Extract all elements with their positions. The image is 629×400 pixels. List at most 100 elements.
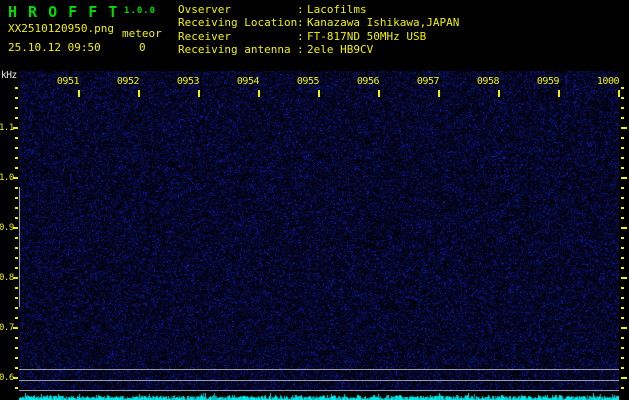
- freq-tick-minor-right: [621, 187, 624, 189]
- time-label: 0957: [416, 76, 440, 87]
- freq-tick-minor-left: [15, 317, 18, 319]
- freq-label: 0.9: [0, 223, 14, 233]
- freq-tick-minor-left: [15, 307, 18, 309]
- freq-tick-minor-right: [621, 237, 624, 239]
- time-label: 0952: [116, 76, 140, 87]
- freq-tick-minor-right: [621, 207, 624, 209]
- reference-line: [19, 369, 619, 370]
- freq-tick-minor-left: [15, 347, 18, 349]
- observation-datetime: 25.10.12 09:50: [8, 41, 101, 54]
- info-value: Lacofilms: [307, 3, 367, 16]
- freq-tick-major-left: [13, 227, 18, 229]
- freq-tick-minor-right: [621, 97, 624, 99]
- time-tick: [618, 90, 620, 97]
- time-label: 0953: [176, 76, 200, 87]
- freq-tick-minor-left: [15, 207, 18, 209]
- freq-tick-major-left: [13, 127, 18, 129]
- info-row: Receiver: FT-817ND 50MHz USB: [178, 30, 426, 43]
- time-label: 0956: [356, 76, 380, 87]
- freq-tick-minor-right: [621, 117, 624, 119]
- freq-tick-minor-left: [15, 97, 18, 99]
- freq-tick-minor-left: [15, 117, 18, 119]
- freq-label: 0.6: [0, 373, 14, 383]
- freq-tick-major-right: [621, 177, 627, 179]
- freq-tick-minor-left: [15, 217, 18, 219]
- freq-tick-minor-right: [621, 387, 624, 389]
- calibration-marker-line: [19, 187, 20, 307]
- freq-tick-minor-right: [621, 217, 624, 219]
- reference-line: [19, 380, 619, 381]
- info-colon: :: [297, 29, 304, 43]
- freq-axis-unit: kHz: [1, 70, 17, 81]
- output-filename: XX2510120950.png: [8, 22, 114, 35]
- freq-tick-minor-right: [621, 137, 624, 139]
- freq-tick-minor-left: [15, 247, 18, 249]
- freq-label: 0.7: [0, 323, 14, 333]
- time-tick: [198, 90, 200, 97]
- time-tick: [318, 90, 320, 97]
- freq-tick-major-left: [13, 277, 18, 279]
- freq-label: 1.0: [0, 173, 14, 183]
- info-label: Receiver: [178, 29, 231, 43]
- freq-tick-minor-right: [621, 307, 624, 309]
- freq-tick-minor-left: [15, 167, 18, 169]
- time-tick: [378, 90, 380, 97]
- time-label: 0958: [476, 76, 500, 87]
- freq-tick-minor-left: [15, 197, 18, 199]
- freq-tick-minor-left: [15, 187, 18, 189]
- info-row: Ovserver: Lacofilms: [178, 3, 367, 16]
- freq-tick-minor-left: [15, 257, 18, 259]
- mode-label: meteor: [122, 27, 162, 40]
- time-label: 0951: [56, 76, 80, 87]
- freq-tick-minor-right: [621, 367, 624, 369]
- info-colon: :: [297, 43, 304, 57]
- freq-tick-minor-left: [15, 357, 18, 359]
- time-tick: [138, 90, 140, 97]
- freq-tick-major-right: [621, 327, 627, 329]
- freq-tick-minor-right: [621, 157, 624, 159]
- app-version: 1.0.0: [124, 6, 157, 16]
- freq-tick-major-left: [13, 327, 18, 329]
- info-value: FT-817ND 50MHz USB: [307, 29, 427, 43]
- freq-tick-major-left: [13, 377, 18, 379]
- freq-tick-major-left: [13, 177, 18, 179]
- time-tick: [258, 90, 260, 97]
- freq-tick-major-right: [621, 377, 627, 379]
- freq-tick-minor-right: [621, 247, 624, 249]
- time-label: 1000: [596, 76, 620, 87]
- freq-tick-minor-left: [15, 387, 18, 389]
- freq-tick-minor-right: [621, 347, 624, 349]
- reference-line: [19, 390, 619, 391]
- freq-tick-minor-right: [621, 107, 624, 109]
- freq-tick-major-right: [621, 227, 627, 229]
- freq-tick-minor-left: [15, 337, 18, 339]
- info-colon: :: [297, 16, 304, 30]
- freq-tick-minor-left: [15, 147, 18, 149]
- freq-tick-major-right: [621, 277, 627, 279]
- freq-tick-major-right: [621, 127, 627, 129]
- freq-tick-minor-left: [15, 297, 18, 299]
- freq-tick-minor-right: [621, 287, 624, 289]
- info-label: Receiving Location: [178, 16, 298, 30]
- freq-tick-minor-right: [621, 197, 624, 199]
- hrofft-screen: { "header": { "app_title": "H R O F F T"…: [0, 0, 629, 400]
- freq-tick-minor-right: [621, 337, 624, 339]
- freq-tick-minor-left: [15, 267, 18, 269]
- time-label: 0959: [536, 76, 560, 87]
- freq-tick-minor-left: [15, 367, 18, 369]
- freq-tick-minor-left: [15, 287, 18, 289]
- spectrogram-noise-canvas: [19, 71, 619, 400]
- freq-tick-minor-left: [15, 107, 18, 109]
- freq-tick-minor-left: [15, 237, 18, 239]
- app-title: H R O F F T: [8, 3, 119, 21]
- time-tick: [558, 90, 560, 97]
- info-value: 2ele HB9CV: [307, 43, 374, 57]
- freq-label: 1.1: [0, 123, 14, 133]
- info-label: Receiving antenna: [178, 43, 291, 57]
- time-tick: [78, 90, 80, 97]
- freq-tick-minor-right: [621, 297, 624, 299]
- time-tick: [438, 90, 440, 97]
- freq-tick-minor-right: [621, 147, 624, 149]
- info-value: Kanazawa Ishikawa,JAPAN: [307, 16, 460, 30]
- time-label: 0955: [296, 76, 320, 87]
